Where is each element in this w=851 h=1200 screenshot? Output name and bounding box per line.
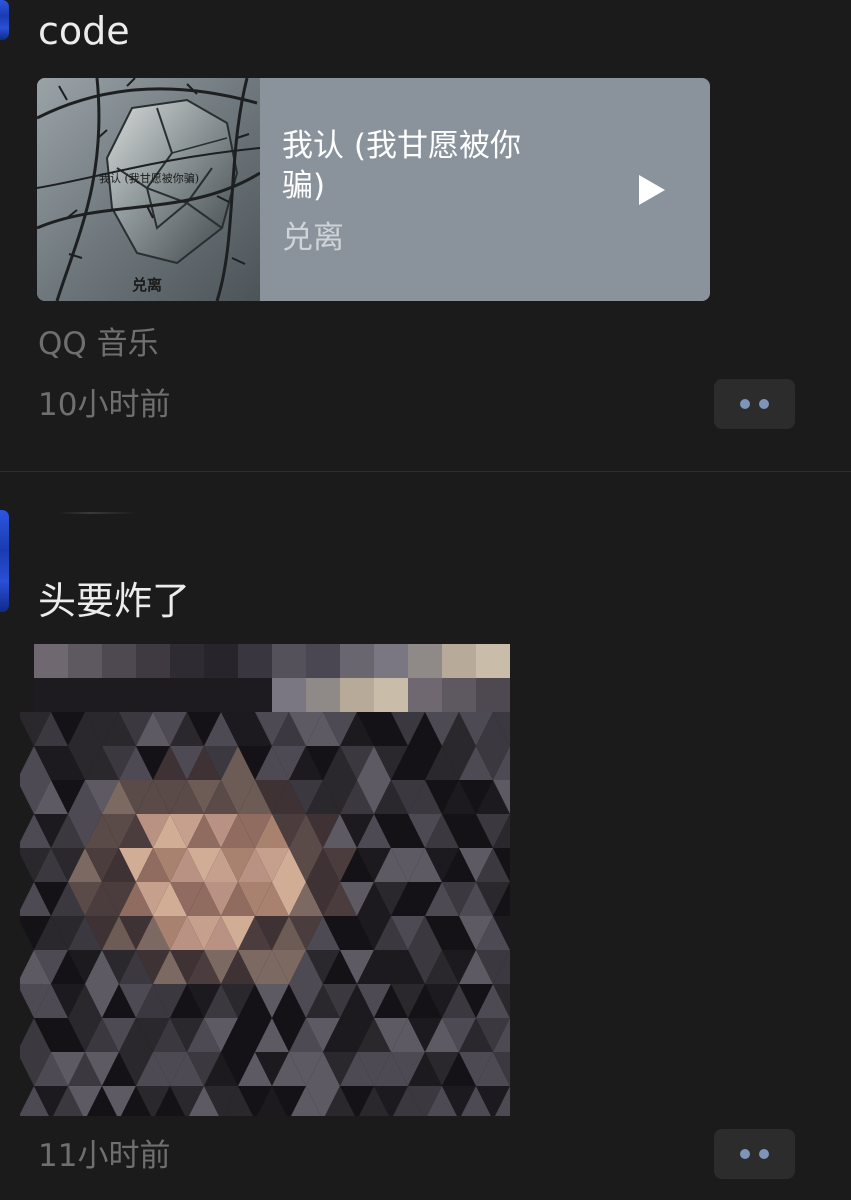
more-dots-icon — [740, 1149, 750, 1159]
user-name[interactable] — [58, 512, 138, 514]
music-card[interactable]: 我认 (我甘愿被你骗) 兑离 我认 (我甘愿被你骗) 兑离 — [37, 78, 710, 301]
more-dots-icon — [740, 399, 750, 409]
divider — [0, 471, 851, 472]
source-label[interactable]: QQ 音乐 — [38, 324, 159, 364]
post-timestamp: 11小时前 — [38, 1138, 171, 1174]
post-photo[interactable] — [20, 644, 510, 1116]
avatar[interactable] — [0, 0, 9, 40]
song-title: 我认 (我甘愿被你骗) — [282, 128, 521, 204]
more-button[interactable] — [714, 379, 795, 429]
song-artist: 兑离 — [282, 220, 344, 256]
avatar[interactable] — [0, 510, 9, 612]
post-timestamp: 10小时前 — [38, 387, 171, 423]
play-icon[interactable] — [633, 172, 669, 208]
album-cover-artist: 兑离 — [132, 276, 163, 294]
album-cover: 我认 (我甘愿被你骗) 兑离 — [37, 78, 260, 301]
moments-feed: code 我认 (我甘愿被你骗) 兑离 我认 (我甘愿被你骗) 兑离 QQ 音乐… — [0, 0, 851, 1200]
post-text: 头要炸了 — [38, 579, 191, 623]
more-dots-icon-dot — [759, 1149, 769, 1159]
album-cover-title: 我认 (我甘愿被你骗) — [99, 172, 200, 185]
more-dots-icon-dot — [759, 399, 769, 409]
post-text: code — [38, 9, 130, 53]
more-button[interactable] — [714, 1129, 795, 1179]
